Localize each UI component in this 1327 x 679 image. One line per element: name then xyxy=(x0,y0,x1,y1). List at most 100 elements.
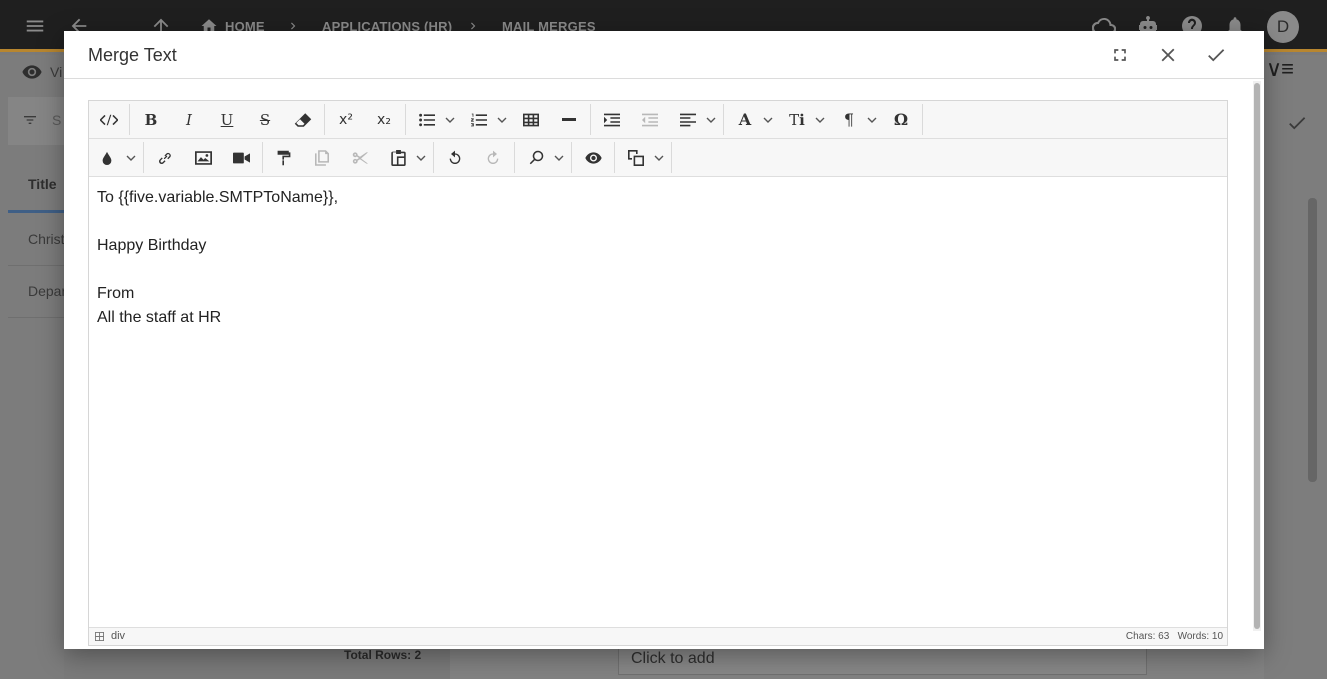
resize-grid-icon[interactable] xyxy=(95,632,104,641)
merge-text-dialog: Merge Text B I U S x² x₂ A Tℹ ¶ Ω To {{f… xyxy=(64,31,1264,649)
menu-icon[interactable] xyxy=(24,0,46,52)
background-row-2: Depar xyxy=(28,283,67,299)
character-word-count: Chars: 63 Words: 10 xyxy=(1126,631,1223,642)
content-line xyxy=(97,210,1219,234)
table-button[interactable] xyxy=(513,101,549,138)
bold-button[interactable]: B xyxy=(133,101,169,138)
chevron-down-icon[interactable] xyxy=(126,139,136,176)
outdent-button[interactable] xyxy=(632,101,668,138)
chevron-down-icon[interactable] xyxy=(445,101,455,138)
editor-toolbar-row-2 xyxy=(89,139,1227,177)
chevron-down-icon[interactable] xyxy=(815,101,825,138)
toolbar-separator xyxy=(262,142,263,173)
subscript-icon: x₂ xyxy=(377,111,391,128)
copy-format-button[interactable] xyxy=(266,139,302,176)
superscript-button[interactable]: x² xyxy=(328,101,364,138)
ordered-list-button[interactable] xyxy=(461,101,497,138)
preview-button[interactable] xyxy=(575,139,611,176)
chevron-down-icon[interactable] xyxy=(554,139,564,176)
underline-icon: U xyxy=(220,110,234,129)
chevron-down-icon[interactable] xyxy=(654,139,664,176)
special-chars-button[interactable]: Ω xyxy=(883,101,919,138)
brush-color-button[interactable] xyxy=(89,139,125,176)
dialog-scrollbar-thumb[interactable] xyxy=(1254,83,1260,629)
eraser-button[interactable] xyxy=(285,101,321,138)
undo-button[interactable] xyxy=(437,139,473,176)
background-search: S xyxy=(20,112,61,128)
italic-button[interactable]: I xyxy=(171,101,207,138)
underline-button[interactable]: U xyxy=(209,101,245,138)
chevron-down-icon[interactable] xyxy=(497,101,507,138)
video-button[interactable] xyxy=(223,139,259,176)
image-button[interactable] xyxy=(185,139,221,176)
background-row-1: Christ xyxy=(28,231,65,247)
chevron-down-icon[interactable] xyxy=(867,101,877,138)
text-color-icon: A xyxy=(738,110,752,129)
link-button[interactable] xyxy=(147,139,183,176)
editor-status-bar: div Chars: 63 Words: 10 xyxy=(89,627,1227,645)
toolbar-separator xyxy=(129,104,130,135)
strikethrough-icon: S xyxy=(259,110,271,129)
close-button[interactable] xyxy=(1156,43,1180,67)
toolbar-separator xyxy=(433,142,434,173)
background-search-placeholder: S xyxy=(52,112,62,128)
background-row-divider xyxy=(8,317,64,318)
fullscreen-button[interactable] xyxy=(1108,43,1132,67)
text-color-button[interactable]: A xyxy=(727,101,763,138)
rich-text-editor: B I U S x² x₂ A Tℹ ¶ Ω To {{five.variabl… xyxy=(88,100,1228,646)
editor-content-area[interactable]: To {{five.variable.SMTPToName}}, Happy B… xyxy=(89,178,1227,627)
horizontal-line-icon xyxy=(562,117,576,121)
copy-button[interactable] xyxy=(304,139,340,176)
element-path[interactable]: div xyxy=(111,630,125,642)
image-icon xyxy=(194,150,212,165)
dialog-title: Merge Text xyxy=(88,45,177,65)
background-column-title: Title xyxy=(28,176,57,192)
filter-icon xyxy=(24,116,36,124)
paragraph-icon: ¶ xyxy=(843,110,855,129)
check-icon xyxy=(1208,49,1225,62)
cut-button[interactable] xyxy=(342,139,378,176)
select-all-button[interactable] xyxy=(618,139,654,176)
chevron-down-icon[interactable] xyxy=(416,139,426,176)
subscript-button[interactable]: x₂ xyxy=(366,101,402,138)
chevron-down-icon[interactable] xyxy=(706,101,716,138)
select-all-icon xyxy=(628,149,644,166)
user-avatar[interactable]: D xyxy=(1267,11,1299,43)
align-button[interactable] xyxy=(670,101,706,138)
eye-icon xyxy=(584,151,602,164)
editor-toolbar-row-1: B I U S x² x₂ A Tℹ ¶ Ω xyxy=(89,101,1227,139)
toolbar-separator xyxy=(405,104,406,135)
paragraph-button[interactable]: ¶ xyxy=(831,101,867,138)
bold-icon: B xyxy=(144,110,158,129)
table-icon xyxy=(523,113,539,126)
strikethrough-button[interactable]: S xyxy=(247,101,283,138)
word-count: Words: 10 xyxy=(1177,631,1223,642)
horizontal-line-button[interactable] xyxy=(551,101,587,138)
background-view-label: Vi xyxy=(50,64,63,80)
toolbar-separator xyxy=(514,142,515,173)
superscript-icon: x² xyxy=(339,111,353,128)
background-total-rows: Total Rows: 2 xyxy=(344,648,422,662)
background-left-panel xyxy=(0,55,64,679)
copy-icon xyxy=(315,149,329,166)
redo-button[interactable] xyxy=(475,139,511,176)
clipboard-icon xyxy=(390,149,406,166)
unordered-list-button[interactable] xyxy=(409,101,445,138)
background-row-divider xyxy=(8,265,64,266)
source-code-button[interactable] xyxy=(91,101,127,138)
chevron-down-icon[interactable] xyxy=(763,101,773,138)
toolbar-separator xyxy=(571,142,572,173)
undo-icon xyxy=(449,150,461,164)
toolbar-separator xyxy=(324,104,325,135)
dialog-scrollbar[interactable] xyxy=(1253,81,1261,631)
background-click-to-add: Click to add xyxy=(631,650,715,667)
content-line: All the staff at HR xyxy=(97,309,222,326)
confirm-button[interactable] xyxy=(1204,43,1228,67)
italic-icon: I xyxy=(186,110,192,129)
find-button[interactable] xyxy=(518,139,554,176)
paste-button[interactable] xyxy=(380,139,416,176)
font-size-button[interactable]: Tℹ xyxy=(779,101,815,138)
redo-icon xyxy=(487,150,499,164)
background-logo-fragment: ∨≡ xyxy=(1266,56,1294,81)
indent-button[interactable] xyxy=(594,101,630,138)
